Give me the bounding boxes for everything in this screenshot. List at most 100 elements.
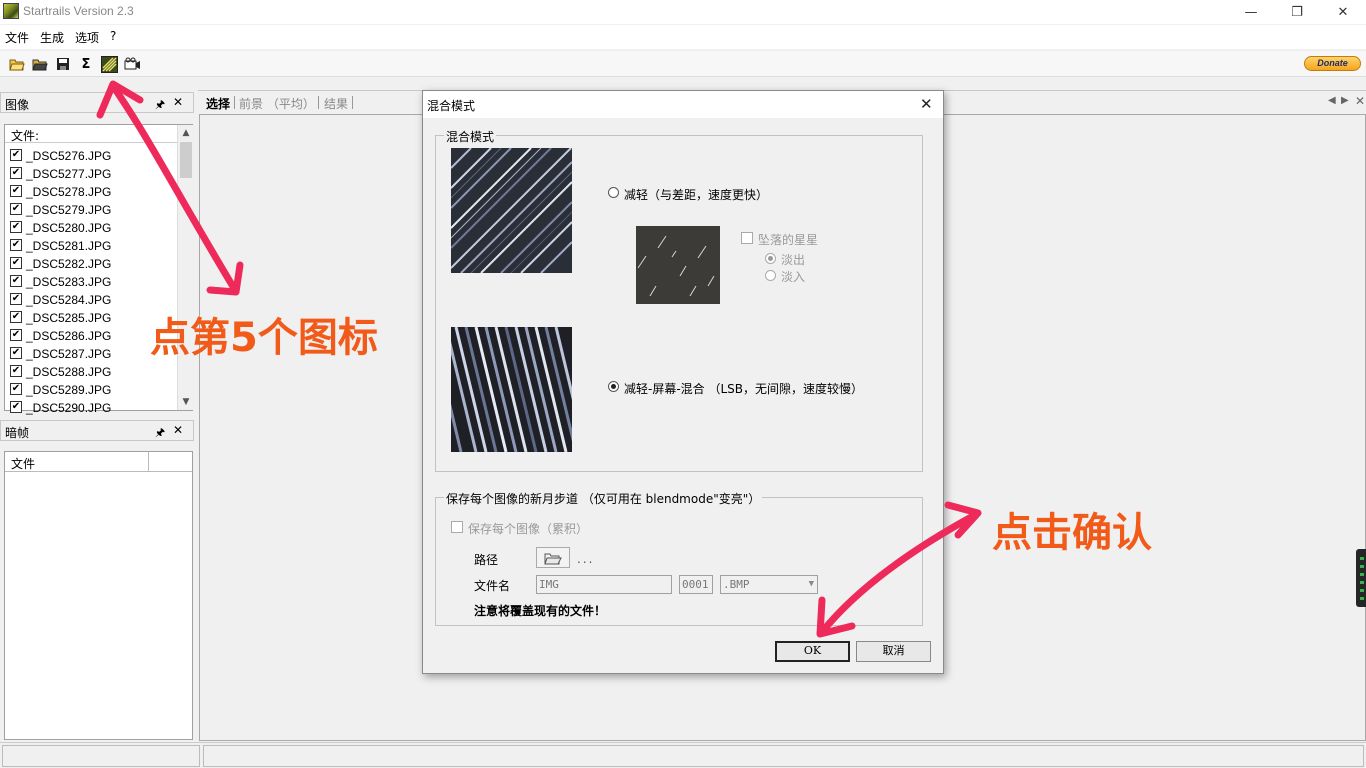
pin-icon[interactable]: 🖈 xyxy=(155,96,165,115)
close-window-button[interactable]: ✕ xyxy=(1320,0,1366,24)
donate-button[interactable]: Donate xyxy=(1304,56,1361,71)
close-icon[interactable]: ✕ xyxy=(173,423,183,437)
list-item[interactable]: ✔ _DSC5276.JPG xyxy=(9,147,175,165)
image-file-list[interactable]: 文件: ✔ _DSC5276.JPG ✔ _DSC5277.JPG ✔ _DSC5278.… xyxy=(4,124,193,415)
open-folder-icon[interactable] xyxy=(8,55,26,73)
file-checkbox[interactable]: ✔ xyxy=(10,149,22,161)
scroll-down-icon[interactable]: ▼ xyxy=(178,394,194,410)
fade-out-radio[interactable] xyxy=(765,253,776,264)
dark-column-header[interactable]: 文件 xyxy=(5,452,192,472)
lighten-radio[interactable] xyxy=(608,187,619,198)
status-bar xyxy=(0,742,1366,768)
dark-frame-list[interactable]: 文件 xyxy=(4,451,193,740)
title-bar: Startrails Version 2.3 — ❐ ✕ xyxy=(0,0,1366,24)
file-checkbox[interactable]: ✔ xyxy=(10,293,22,305)
fade-out-label: 淡出 xyxy=(781,253,806,267)
list-item[interactable]: ✔ _DSC5289.JPG xyxy=(9,381,175,399)
file-name: _DSC5286.JPG xyxy=(26,329,112,343)
tab-select[interactable]: 选择 xyxy=(206,95,230,112)
file-checkbox[interactable]: ✔ xyxy=(10,203,22,215)
list-item[interactable]: ✔ _DSC5277.JPG xyxy=(9,165,175,183)
tab-next-icon[interactable]: ▶ xyxy=(1341,95,1349,106)
falling-stars-checkbox[interactable] xyxy=(741,232,753,244)
save-group-legend: 保存每个图像的新月步道 （仅可用在 blendmode"变亮"） xyxy=(444,490,763,507)
file-checkbox[interactable]: ✔ xyxy=(10,401,22,413)
file-name: _DSC5290.JPG xyxy=(26,401,112,415)
lsb-radio[interactable] xyxy=(608,381,619,392)
file-checkbox[interactable]: ✔ xyxy=(10,275,22,287)
filename-number-input[interactable]: 0001 xyxy=(679,575,713,594)
video-icon[interactable] xyxy=(123,55,141,73)
file-name: _DSC5280.JPG xyxy=(26,221,112,235)
list-item[interactable]: ✔ _DSC5280.JPG xyxy=(9,219,175,237)
tab-prev-icon[interactable]: ◀ xyxy=(1328,95,1336,106)
lsb-option-label: 减轻-屏幕-混合 （LSB，无间隙，速度较慢） xyxy=(624,382,864,396)
falling-stars-preview xyxy=(636,226,720,304)
ok-button[interactable]: OK xyxy=(775,641,850,662)
list-item[interactable]: ✔ _DSC5278.JPG xyxy=(9,183,175,201)
blend-mode-dialog: 混合模式 ✕ 混合模式 减轻（与差距，速度更快） 坠落的星星 淡出 淡入 减轻-… xyxy=(422,90,944,674)
list-scrollbar[interactable]: ▲ ▼ xyxy=(177,125,193,410)
window-title: Startrails Version 2.3 xyxy=(23,4,134,18)
file-checkbox[interactable]: ✔ xyxy=(10,365,22,377)
cancel-button[interactable]: 取消 xyxy=(856,641,931,662)
file-checkbox[interactable]: ✔ xyxy=(10,383,22,395)
file-checkbox[interactable]: ✔ xyxy=(10,257,22,269)
menu-generate[interactable]: 生成 xyxy=(40,29,64,46)
file-checkbox[interactable]: ✔ xyxy=(10,347,22,359)
scroll-thumb[interactable] xyxy=(180,142,192,178)
scroll-up-icon[interactable]: ▲ xyxy=(178,125,194,141)
tab-foreground[interactable]: 前景 （平均） xyxy=(239,95,315,112)
side-gauge xyxy=(1356,549,1366,607)
list-item[interactable]: ✔ _DSC5282.JPG xyxy=(9,255,175,273)
images-panel-title: 图像 xyxy=(5,98,30,112)
file-checkbox[interactable]: ✔ xyxy=(10,185,22,197)
close-icon[interactable]: ✕ xyxy=(173,95,183,109)
falling-stars-label: 坠落的星星 xyxy=(758,233,819,247)
menu-bar: 文件 生成 选项 ? xyxy=(0,25,1366,49)
tab-result[interactable]: 结果 xyxy=(324,95,348,112)
list-item[interactable]: ✔ _DSC5288.JPG xyxy=(9,363,175,381)
dark-panel-header: 暗帧 🖈 ✕ xyxy=(0,420,194,441)
dark-panel-title: 暗帧 xyxy=(5,426,30,440)
list-item[interactable]: ✔ _DSC5283.JPG xyxy=(9,273,175,291)
blend-mode-group: 混合模式 减轻（与差距，速度更快） 坠落的星星 淡出 淡入 减轻-屏幕-混合 （… xyxy=(435,128,923,472)
save-icon[interactable] xyxy=(54,55,72,73)
file-name: _DSC5287.JPG xyxy=(26,347,112,361)
path-label: 路径 xyxy=(474,553,499,567)
blend-mode-icon[interactable] xyxy=(100,55,118,73)
dialog-close-icon[interactable]: ✕ xyxy=(920,95,933,113)
file-checkbox[interactable]: ✔ xyxy=(10,239,22,251)
overwrite-warning: 注意将覆盖现有的文件！ xyxy=(474,604,607,618)
restore-button[interactable]: ❐ xyxy=(1274,0,1320,24)
tab-close-icon[interactable]: ✕ xyxy=(1355,94,1365,108)
file-checkbox[interactable]: ✔ xyxy=(10,221,22,233)
filename-prefix-input[interactable]: IMG xyxy=(536,575,672,594)
extension-select[interactable]: .BMP ▼ xyxy=(720,575,818,594)
file-name: _DSC5289.JPG xyxy=(26,383,112,397)
menu-file[interactable]: 文件 xyxy=(5,29,29,46)
minimize-button[interactable]: — xyxy=(1228,0,1274,24)
path-value: ... xyxy=(577,552,595,566)
file-name: _DSC5282.JPG xyxy=(26,257,112,271)
save-each-checkbox[interactable] xyxy=(451,521,463,533)
menu-options[interactable]: 选项 xyxy=(75,29,99,46)
file-column-header[interactable]: 文件: xyxy=(5,125,177,143)
open-dark-folder-icon[interactable] xyxy=(31,55,49,73)
file-name: _DSC5288.JPG xyxy=(26,365,112,379)
list-item[interactable]: ✔ _DSC5290.JPG xyxy=(9,399,175,417)
save-each-label: 保存每个图像（累积） xyxy=(468,522,589,536)
menu-help[interactable]: ? xyxy=(110,29,116,43)
list-item[interactable]: ✔ _DSC5281.JPG xyxy=(9,237,175,255)
browse-path-button[interactable] xyxy=(536,547,570,568)
list-item[interactable]: ✔ _DSC5279.JPG xyxy=(9,201,175,219)
file-checkbox[interactable]: ✔ xyxy=(10,167,22,179)
fade-in-radio[interactable] xyxy=(765,270,776,281)
pin-icon[interactable]: 🖈 xyxy=(155,424,165,443)
images-panel-header: 图像 🖈 ✕ xyxy=(0,92,194,113)
blend-group-legend: 混合模式 xyxy=(444,128,497,145)
dialog-title: 混合模式 xyxy=(427,99,476,113)
sigma-icon[interactable]: Σ xyxy=(77,55,95,73)
file-checkbox[interactable]: ✔ xyxy=(10,329,22,341)
file-checkbox[interactable]: ✔ xyxy=(10,311,22,323)
